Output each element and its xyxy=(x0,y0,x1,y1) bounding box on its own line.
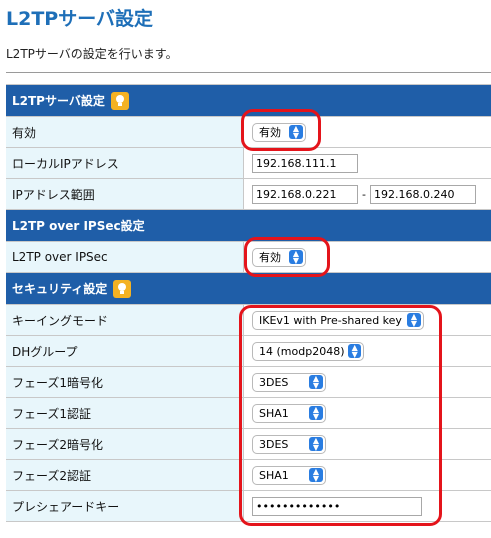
chevron-updown-icon: ▲ ▼ xyxy=(289,125,303,140)
ipsec-enabled-select[interactable]: 有効 ▲ ▼ xyxy=(252,247,306,267)
phase1-auth-select[interactable]: SHA1 ▲ ▼ xyxy=(252,403,326,423)
local-ip-input[interactable]: 192.168.111.1 xyxy=(252,153,358,173)
page-description: L2TPサーバの設定を行います。 xyxy=(6,47,178,61)
phase2-auth-select[interactable]: SHA1 ▲ ▼ xyxy=(252,465,326,485)
row-enabled: 有効 有効 ▲ ▼ xyxy=(6,117,491,148)
section-header-security: セキュリティ設定 xyxy=(6,273,491,305)
row-phase2-auth: フェーズ2認証 SHA1 ▲ ▼ xyxy=(6,460,491,491)
row-phase1-enc: フェーズ1暗号化 3DES ▲ ▼ xyxy=(6,367,491,398)
select-value: SHA1 xyxy=(259,406,289,420)
phase2-encryption-select[interactable]: 3DES ▲ ▼ xyxy=(252,434,326,454)
field-label: キーイングモード xyxy=(6,305,244,335)
divider xyxy=(6,72,491,73)
select-value: 有効 xyxy=(259,126,281,139)
field-label: フェーズ2暗号化 xyxy=(6,429,244,459)
section-title: セキュリティ設定 xyxy=(12,282,108,296)
field-label: 有効 xyxy=(6,117,244,147)
field-label: フェーズ1認証 xyxy=(6,398,244,428)
ip-range-start-input[interactable]: 192.168.0.221 xyxy=(252,184,358,204)
select-value: 3DES xyxy=(259,375,289,389)
keying-mode-select[interactable]: IKEv1 with Pre-shared key ▲ ▼ xyxy=(252,310,424,330)
section-header-ipsec: L2TP over IPSec設定 xyxy=(6,210,491,242)
section-title: L2TPサーバ設定 xyxy=(12,94,105,108)
page-title: L2TPサーバ設定 xyxy=(6,8,154,30)
row-ip-range: IPアドレス範囲 192.168.0.221 - 192.168.0.240 xyxy=(6,179,491,210)
chevron-updown-icon: ▲ ▼ xyxy=(309,437,323,452)
select-value: SHA1 xyxy=(259,468,289,482)
section-title: L2TP over IPSec設定 xyxy=(12,219,145,233)
ip-range-end-input[interactable]: 192.168.0.240 xyxy=(369,184,476,204)
chevron-updown-icon: ▲ ▼ xyxy=(309,375,323,390)
enabled-select[interactable]: 有効 ▲ ▼ xyxy=(252,122,306,142)
row-psk: プレシェアードキー ••••••••••••• xyxy=(6,491,491,522)
field-label: ローカルIPアドレス xyxy=(6,148,244,178)
row-dh-group: DHグループ 14 (modp2048) ▲ ▼ xyxy=(6,336,491,367)
field-label: フェーズ1暗号化 xyxy=(6,367,244,397)
field-label: IPアドレス範囲 xyxy=(6,179,244,209)
field-label: フェーズ2認証 xyxy=(6,460,244,490)
chevron-updown-icon: ▲ ▼ xyxy=(309,406,323,421)
chevron-updown-icon: ▲ ▼ xyxy=(289,250,303,265)
row-keying-mode: キーイングモード IKEv1 with Pre-shared key ▲ ▼ xyxy=(6,305,491,336)
chevron-updown-icon: ▲ ▼ xyxy=(348,344,361,359)
section-header-l2tp: L2TPサーバ設定 xyxy=(6,85,491,117)
select-value: IKEv1 with Pre-shared key xyxy=(259,313,402,327)
field-label: L2TP over IPSec xyxy=(6,242,244,272)
select-value: 14 (modp2048) xyxy=(259,344,345,358)
phase1-encryption-select[interactable]: 3DES ▲ ▼ xyxy=(252,372,326,392)
field-label: DHグループ xyxy=(6,336,244,366)
settings-table: L2TPサーバ設定 有効 有効 ▲ ▼ ローカルIPアドレス 192.168.11… xyxy=(6,84,491,522)
chevron-updown-icon: ▲ ▼ xyxy=(309,468,323,483)
row-phase2-enc: フェーズ2暗号化 3DES ▲ ▼ xyxy=(6,429,491,460)
row-ipsec-enabled: L2TP over IPSec 有効 ▲ ▼ xyxy=(6,242,491,273)
lightbulb-icon[interactable] xyxy=(110,91,129,110)
row-local-ip: ローカルIPアドレス 192.168.111.1 xyxy=(6,148,491,179)
select-value: 3DES xyxy=(259,437,289,451)
lightbulb-icon[interactable] xyxy=(113,279,132,298)
select-value: 有効 xyxy=(259,251,281,264)
field-label: プレシェアードキー xyxy=(6,491,244,521)
preshared-key-input[interactable]: ••••••••••••• xyxy=(252,496,422,516)
chevron-updown-icon: ▲ ▼ xyxy=(407,313,421,328)
dh-group-select[interactable]: 14 (modp2048) ▲ ▼ xyxy=(252,341,364,361)
range-separator: - xyxy=(362,187,366,201)
row-phase1-auth: フェーズ1認証 SHA1 ▲ ▼ xyxy=(6,398,491,429)
